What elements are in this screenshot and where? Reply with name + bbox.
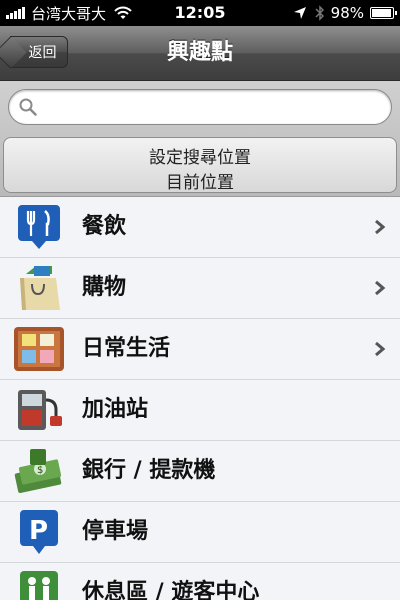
bluetooth-icon — [315, 5, 324, 21]
restroom-icon — [20, 571, 58, 600]
shopping-bag-icon — [20, 266, 60, 310]
money-icon: $ — [14, 449, 62, 493]
current-location-label: 目前位置 — [166, 173, 234, 193]
status-bar: 台湾大哥大 12:05 98% — [0, 0, 400, 26]
set-search-location-button[interactable]: 設定搜尋位置 目前位置 — [3, 137, 397, 193]
status-right: 98% — [293, 0, 397, 26]
navigation-bar: 興趣點 返回 — [0, 26, 400, 81]
category-item-dining[interactable]: 餐飲 — [0, 197, 400, 258]
parking-icon: P — [20, 510, 58, 554]
category-item-daily-life[interactable]: 日常生活 — [0, 319, 400, 380]
dining-icon — [18, 205, 60, 249]
category-item-parking[interactable]: P 停車場 — [0, 502, 400, 563]
category-item-shopping[interactable]: 購物 — [0, 258, 400, 319]
svg-text:$: $ — [37, 465, 43, 476]
chevron-right-icon — [375, 280, 386, 296]
category-label: 銀行 / 提款機 — [82, 458, 216, 483]
category-item-gas-station[interactable]: 加油站 — [0, 380, 400, 441]
svg-text:P: P — [29, 516, 48, 546]
search-area: 設定搜尋位置 目前位置 — [0, 81, 400, 197]
chevron-right-icon — [375, 219, 386, 235]
back-button[interactable]: 返回 — [10, 36, 68, 68]
gas-pump-icon — [18, 390, 62, 430]
chevron-right-icon — [375, 341, 386, 357]
set-search-location-label: 設定搜尋位置 — [149, 148, 251, 168]
back-button-label: 返回 — [28, 45, 57, 61]
search-icon — [19, 98, 37, 116]
search-input[interactable] — [45, 96, 379, 120]
category-label: 加油站 — [82, 397, 149, 422]
category-label: 停車場 — [82, 519, 149, 544]
category-item-bank-atm[interactable]: $ 銀行 / 提款機 — [0, 441, 400, 502]
notes-board-icon — [14, 327, 64, 371]
category-label: 餐飲 — [82, 214, 127, 239]
category-label: 購物 — [82, 275, 127, 300]
category-label: 休息區 / 遊客中心 — [82, 580, 260, 600]
category-list: 餐飲 購物 日常生活 加油站 $ 銀行 / 提款機 P 停車場 休息區 / 遊客… — [0, 197, 400, 600]
battery-percent: 98% — [330, 4, 364, 22]
battery-icon — [370, 7, 397, 19]
category-label: 日常生活 — [82, 336, 171, 361]
search-field[interactable] — [8, 89, 392, 125]
category-item-rest-area[interactable]: 休息區 / 遊客中心 — [0, 563, 400, 600]
location-arrow-icon — [293, 7, 306, 19]
